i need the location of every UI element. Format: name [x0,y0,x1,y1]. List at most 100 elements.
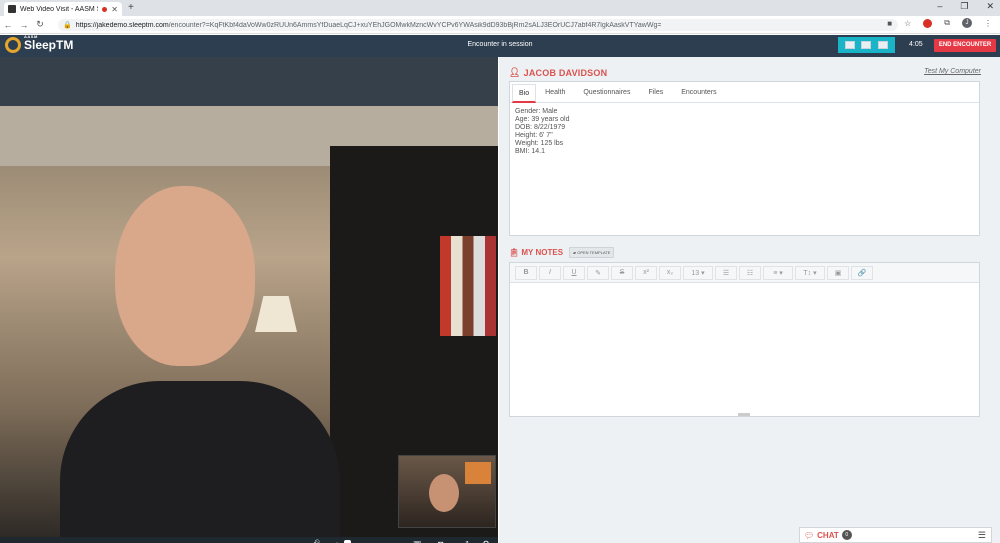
eraser-button[interactable]: ✎ [587,265,609,280]
new-tab-button[interactable]: + [128,2,134,13]
bio-gender: Gender: Male [515,108,558,115]
video-controls: 🎤︎ ◂ ▣ ◙ ⤢ ⚙ [0,537,498,543]
extension-icon[interactable] [923,18,933,28]
notes-textarea[interactable] [510,283,979,415]
remote-participant [60,166,340,537]
microphone-icon[interactable]: 🎤︎ [309,539,320,543]
snapshot-icon[interactable]: ◙ [438,539,443,543]
bold-button[interactable]: B [515,265,537,280]
chat-menu-icon[interactable]: ☰ [978,530,986,541]
fullscreen-icon[interactable]: ⤢ [461,539,468,543]
patient-tabs: Bio Health Questionnaires Files Encounte… [510,82,979,103]
chat-bubble-icon: 💬︎ [804,530,815,540]
url-domain: https://jakedemo.sleeptm.com [75,21,169,29]
patient-panel: 👤︎ JACOB DAVIDSON Test My Computer Bio H… [499,57,1000,543]
notes-header: 📋︎ MY NOTES ▰ OPEN TEMPLATE [509,247,615,258]
chat-label: CHAT [817,530,839,540]
bio-height: Height: 6' 7" [515,132,553,139]
layout-split-icon[interactable] [861,41,872,49]
subscript-button[interactable]: x₂ [659,265,681,280]
bio-age: Age: 39 years old [515,116,570,123]
bio-weight: Weight: 125 lbs [515,140,564,147]
folder-icon: ▰ [573,250,577,255]
self-view-face [429,474,459,512]
url-path: /encounter?=KqFtKbf4daVoWw0zRUUn6AmmsYfD… [168,21,662,29]
participant-head [115,186,255,366]
tab-encounters[interactable]: Encounters [672,89,725,102]
layout-side-icon[interactable] [877,41,888,49]
browser-tab[interactable]: Web Video Visit - AASM Sle ✕ [4,2,122,16]
ordered-list-button[interactable]: ☷ [739,265,761,280]
logo-small-text: AASM [24,34,38,39]
bio-dob: DOB: 8/22/1979 [515,124,566,131]
browser-tab-strip: Web Video Visit - AASM Sle ✕ + – ❐ ✕ [0,0,1000,16]
open-template-button[interactable]: ▰ OPEN TEMPLATE [569,247,615,258]
window-controls: – ❐ ✕ [937,1,994,12]
remote-video [0,106,498,537]
participant-body [60,381,340,537]
bio-bmi: BMI: 14.1 [515,148,545,155]
restore-button[interactable]: ❐ [960,1,968,12]
test-computer-link[interactable]: Test My Computer [924,68,981,75]
reload-button[interactable]: ↻ [32,19,48,30]
camera-icon[interactable]: ■ [887,19,892,28]
tab-bio[interactable]: Bio [512,84,537,103]
lock-icon: 🔒 [63,22,72,29]
chat-count-badge: 0 [841,530,852,540]
superscript-button[interactable]: x² [635,265,657,280]
address-bar[interactable]: 🔒 https://jakedemo.sleeptm.com/encounter… [58,19,898,31]
close-tab-icon[interactable]: ✕ [111,5,118,14]
app-header: AASM SleepTM Encounter in session 4:05 EN… [0,34,1000,57]
tab-questionnaires[interactable]: Questionnaires [574,89,639,102]
browser-menu-icon[interactable]: ⋮ [984,19,992,28]
site-favicon-icon [8,5,16,13]
tab-health[interactable]: Health [536,89,574,102]
patient-info-card: Bio Health Questionnaires Files Encounte… [509,81,980,236]
bookmark-star-icon[interactable]: ☆ [904,19,911,28]
font-size-dropdown[interactable]: 13 ▾ [683,265,713,280]
self-view-video[interactable] [398,455,496,528]
tab-files[interactable]: Files [639,89,672,102]
insert-link-button[interactable]: 🔗 [851,265,873,280]
tab-title: Web Video Visit - AASM Sle [20,5,99,13]
patient-header: 👤︎ JACOB DAVIDSON [509,67,607,78]
underline-button[interactable]: U [563,265,585,280]
notes-editor: B I U ✎ S x² x₂ 13 ▾ ☰ ☷ ≡ ▾ T↕ ▾ ▣ 🔗 [509,262,980,417]
session-timer: 4:05 [909,41,923,48]
chat-bar[interactable]: 💬︎ CHAT 0 ☰ [799,527,992,543]
profile-avatar[interactable]: J [962,18,972,28]
end-encounter-button[interactable]: END ENCOUNTER [934,39,996,52]
back-button[interactable]: ← [0,20,16,30]
notes-icon: 📋︎ [509,248,520,257]
layout-switcher [838,37,895,53]
layout-single-icon[interactable] [845,41,856,49]
resize-grip[interactable] [738,413,750,416]
person-icon: 👤︎ [509,67,521,77]
self-view-object [465,462,491,484]
insert-image-button[interactable]: ▣ [827,265,849,280]
puzzle-icon[interactable]: ⧉ [944,18,950,28]
align-dropdown[interactable]: ≡ ▾ [763,265,793,280]
browser-toolbar: ← → ↻ 🔒 https://jakedemo.sleeptm.com/enc… [0,16,1000,34]
video-books [440,236,496,336]
url-text: https://jakedemo.sleeptm.com/encounter?=… [76,22,662,29]
close-window-button[interactable]: ✕ [986,1,994,12]
video-panel: 🎤︎ ◂ ▣ ◙ ⤢ ⚙ [0,57,498,543]
open-template-label: OPEN TEMPLATE [577,250,611,255]
editor-toolbar: B I U ✎ S x² x₂ 13 ▾ ☰ ☷ ≡ ▾ T↕ ▾ ▣ 🔗 [510,263,979,283]
forward-button[interactable]: → [16,20,32,30]
notes-heading: 📋︎ MY NOTES [509,248,563,257]
text-style-dropdown[interactable]: T↕ ▾ [795,265,825,280]
unordered-list-button[interactable]: ☰ [715,265,737,280]
notes-heading-text: MY NOTES [521,248,564,257]
browser-actions: ■ ☆ ⧉ J ⋮ [887,18,992,28]
volume-icon[interactable]: ◂ [333,539,338,543]
strikethrough-button[interactable]: S [611,265,633,280]
bio-details: Gender: Male Age: 39 years old DOB: 8/22… [510,103,979,161]
settings-gear-icon[interactable]: ⚙ [482,539,490,543]
minimize-button[interactable]: – [937,1,942,12]
italic-button[interactable]: I [539,265,561,280]
recording-indicator-icon [102,6,108,12]
patient-name: JACOB DAVIDSON [523,67,608,78]
video-camera-icon[interactable]: ▣ [413,539,422,543]
